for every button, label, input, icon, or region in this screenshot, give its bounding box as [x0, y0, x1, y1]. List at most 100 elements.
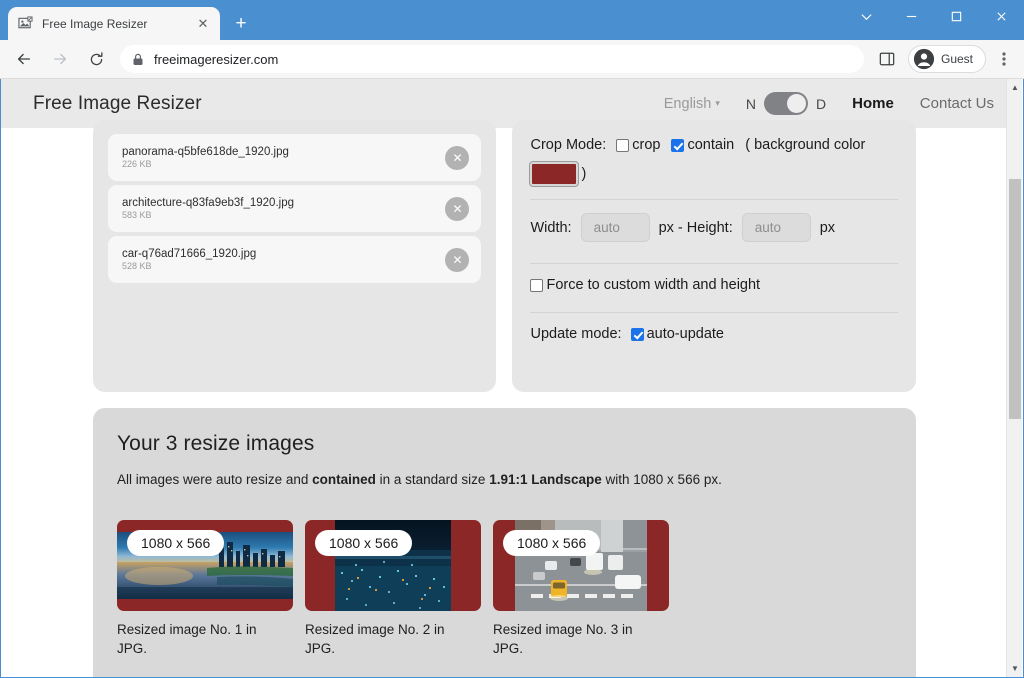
file-size: 528 KB — [122, 261, 152, 271]
file-size: 583 KB — [122, 210, 152, 220]
language-selector[interactable]: English ▾ — [664, 96, 720, 112]
theme-toggle-dark-label: D — [815, 95, 827, 112]
list-item[interactable]: architecture-q83fa9eb3f_1920.jpg 583 KB … — [108, 185, 482, 232]
crop-checkbox[interactable] — [616, 138, 630, 152]
result-thumbnail[interactable]: 1080 x 566 — [493, 520, 669, 611]
toolbar-right-group: Guest — [872, 44, 1018, 74]
browser-tab[interactable]: Free Image Resizer ✕ — [8, 7, 220, 40]
results-card: Your 3 resize images All images were aut… — [93, 408, 916, 677]
height-unit-label: px — [819, 219, 836, 236]
file-info: car-q76ad71666_1920.jpg 528 KB — [122, 248, 445, 271]
force-custom-size-row[interactable]: Force to custom width and height — [530, 277, 898, 293]
result-caption: Resized image No. 2 in JPG. — [305, 622, 445, 657]
theme-toggle-switch[interactable] — [763, 92, 808, 115]
update-mode-row: Update mode: auto-update — [530, 326, 898, 342]
close-window-icon[interactable] — [979, 0, 1024, 32]
results-subtitle-part3: with 1080 x 566 px. — [601, 472, 722, 487]
result-size-badge: 1080 x 566 — [503, 530, 601, 556]
language-selector-label: English — [663, 95, 712, 112]
nav-link-home[interactable]: Home — [852, 95, 894, 112]
account-avatar-icon — [913, 48, 935, 70]
divider — [530, 199, 898, 201]
new-tab-button[interactable]: + — [227, 9, 255, 37]
auto-update-label: auto-update — [646, 326, 724, 343]
maximize-icon[interactable] — [934, 0, 979, 32]
page-content: panorama-q5bfe618de_1920.jpg 226 KB ✕ ar… — [1, 120, 1008, 677]
dimensions-row: Width: auto px - Height: auto px — [530, 213, 898, 243]
page-viewport: Free Image Resizer English ▾ N D Home Co… — [0, 79, 1024, 678]
close-icon[interactable]: ✕ — [195, 16, 211, 32]
results-subtitle-ratio: 1.91:1 Landscape — [489, 472, 602, 487]
file-name: panorama-q5bfe618de_1920.jpg — [122, 146, 289, 158]
theme-toggle-knob — [786, 94, 806, 113]
file-name: car-q76ad71666_1920.jpg — [122, 248, 257, 260]
auto-update-checkbox[interactable] — [630, 327, 644, 341]
settings-panels: panorama-q5bfe618de_1920.jpg 226 KB ✕ ar… — [1, 120, 1008, 392]
update-mode-label: Update mode: — [530, 326, 622, 343]
remove-file-button[interactable]: ✕ — [445, 247, 470, 272]
contain-checkbox-item[interactable]: contain — [671, 134, 734, 156]
divider — [530, 263, 898, 265]
profile-chip[interactable]: Guest — [907, 45, 986, 73]
scrollbar-thumb[interactable] — [1009, 179, 1021, 419]
profile-name: Guest — [940, 52, 973, 66]
file-name: architecture-q83fa9eb3f_1920.jpg — [122, 197, 294, 209]
page-scrollbar[interactable]: ▲ ▼ — [1006, 79, 1022, 677]
result-size-badge: 1080 x 566 — [127, 530, 225, 556]
list-item[interactable]: car-q76ad71666_1920.jpg 528 KB ✕ — [108, 236, 482, 283]
contain-checkbox[interactable] — [671, 138, 685, 152]
file-size: 226 KB — [122, 159, 152, 169]
width-label: Width: — [530, 219, 572, 236]
address-bar-url: freeimageresizer.com — [154, 51, 279, 67]
scroll-up-arrow-icon[interactable]: ▲ — [1007, 79, 1023, 96]
chevron-down-icon: ▾ — [715, 98, 720, 108]
auto-update-checkbox-item[interactable]: auto-update — [630, 326, 724, 343]
side-panel-icon[interactable] — [872, 44, 902, 74]
back-arrow-icon[interactable] — [8, 43, 40, 75]
background-color-swatch[interactable] — [530, 162, 579, 187]
force-custom-size-label: Force to custom width and height — [546, 277, 761, 294]
site-nav: English ▾ N D Home Contact Us — [664, 92, 994, 115]
resize-settings-panel: Crop Mode: crop contain ( background col… — [512, 120, 916, 392]
crop-checkbox-item[interactable]: crop — [616, 134, 660, 156]
list-item[interactable]: panorama-q5bfe618de_1920.jpg 226 KB ✕ — [108, 134, 482, 181]
result-item: 1080 x 566 Resized image No. 2 in JPG. — [305, 520, 481, 658]
file-info: architecture-q83fa9eb3f_1920.jpg 583 KB — [122, 197, 445, 220]
height-input[interactable]: auto — [741, 213, 811, 243]
remove-file-button[interactable]: ✕ — [445, 196, 470, 221]
reload-icon[interactable] — [80, 43, 112, 75]
background-color-group: ) — [530, 162, 898, 187]
nav-link-contact-us[interactable]: Contact Us — [920, 95, 994, 112]
kebab-menu-icon[interactable] — [990, 44, 1018, 74]
file-info: panorama-q5bfe618de_1920.jpg 226 KB — [122, 146, 445, 169]
web-page: Free Image Resizer English ▾ N D Home Co… — [1, 79, 1008, 677]
force-custom-size-checkbox[interactable] — [530, 278, 544, 292]
scroll-down-arrow-icon[interactable]: ▼ — [1007, 660, 1023, 677]
image-resize-icon — [17, 16, 33, 32]
crop-mode-row: Crop Mode: crop contain ( background col… — [530, 124, 898, 187]
results-title: Your 3 resize images — [117, 432, 315, 455]
result-thumbnail[interactable]: 1080 x 566 — [305, 520, 481, 611]
remove-file-button[interactable]: ✕ — [445, 145, 470, 170]
result-caption: Resized image No. 3 in JPG. — [493, 622, 633, 657]
background-color-close-paren: ) — [581, 166, 587, 183]
results-subtitle-mode: contained — [312, 472, 376, 487]
chevron-down-icon[interactable] — [844, 0, 889, 32]
results-thumbnails: 1080 x 566 Resized image No. 1 in JPG. 1… — [117, 520, 892, 658]
crop-mode-label: Crop Mode: — [530, 137, 607, 153]
browser-toolbar: freeimageresizer.com Guest — [0, 40, 1024, 79]
background-color-text: ( background color — [745, 137, 866, 153]
result-item: 1080 x 566 Resized image No. 1 in JPG. — [117, 520, 293, 658]
theme-toggle[interactable]: N D — [746, 92, 826, 115]
width-input[interactable]: auto — [580, 213, 650, 243]
lock-icon — [132, 53, 144, 66]
browser-titlebar: Free Image Resizer ✕ + — [0, 0, 1024, 40]
result-thumbnail[interactable]: 1080 x 566 — [117, 520, 293, 611]
result-caption: Resized image No. 1 in JPG. — [117, 622, 257, 657]
forward-arrow-icon[interactable] — [44, 43, 76, 75]
page-title: Free Image Resizer — [33, 92, 202, 114]
address-bar[interactable]: freeimageresizer.com — [120, 45, 864, 73]
tab-title: Free Image Resizer — [42, 16, 148, 31]
minimize-icon[interactable] — [889, 0, 934, 32]
results-subtitle: All images were auto resize and containe… — [117, 472, 892, 487]
